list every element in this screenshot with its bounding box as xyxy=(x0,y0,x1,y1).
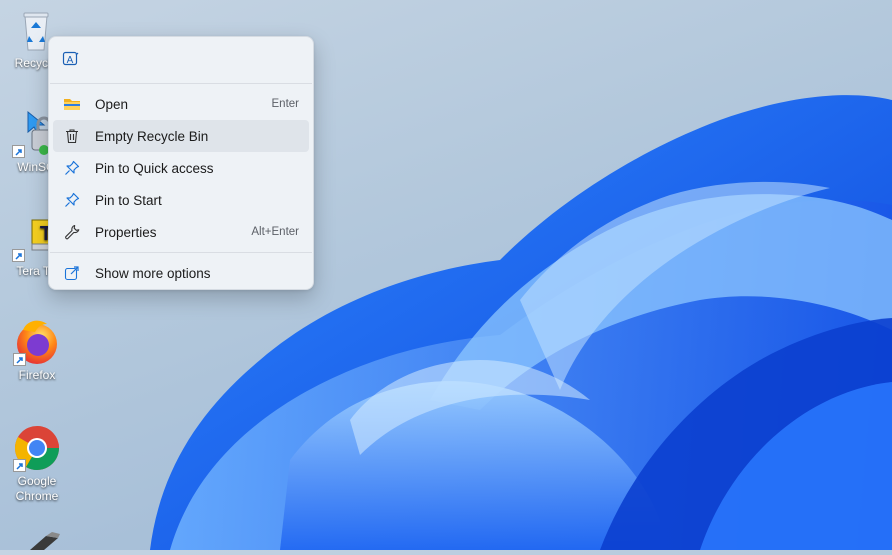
shortcut-arrow-icon xyxy=(12,145,25,158)
menu-separator xyxy=(50,252,312,253)
shortcut-arrow-icon xyxy=(12,249,25,262)
share-icon xyxy=(63,264,81,282)
context-menu-top-actions: A xyxy=(49,37,313,83)
chrome-icon xyxy=(13,424,61,472)
desktop-icon-label: Google Chrome xyxy=(15,474,59,503)
shortcut-hint: Enter xyxy=(271,98,300,110)
ai-rewrite-icon[interactable]: A xyxy=(61,49,81,69)
desktop-icon-firefox[interactable]: Firefox xyxy=(0,318,75,383)
menu-item-show-more-options[interactable]: Show more options xyxy=(53,257,309,289)
menu-item-label: Open xyxy=(95,96,129,112)
menu-item-open[interactable]: Open Enter xyxy=(53,88,309,120)
wrench-icon xyxy=(63,223,81,241)
menu-item-pin-to-start[interactable]: Pin to Start xyxy=(53,184,309,216)
menu-item-label: Pin to Quick access xyxy=(95,160,214,176)
firefox-icon xyxy=(13,318,61,366)
trash-icon xyxy=(63,127,81,145)
desktop-icon-chrome[interactable]: Google Chrome xyxy=(0,424,75,504)
shortcut-hint: Alt+Enter xyxy=(251,226,299,238)
usb-drive-icon xyxy=(30,532,60,550)
pin-icon xyxy=(63,159,81,177)
context-menu: A Open Enter Empty Recycle Bin Pin to Qu… xyxy=(48,36,314,290)
shortcut-arrow-icon xyxy=(13,353,26,366)
menu-item-empty-recycle-bin[interactable]: Empty Recycle Bin xyxy=(53,120,309,152)
shortcut-arrow-icon xyxy=(13,459,26,472)
desktop-icon-label: Firefox xyxy=(18,368,56,382)
menu-item-label: Pin to Start xyxy=(95,192,162,208)
folder-icon xyxy=(63,95,81,113)
menu-item-label: Empty Recycle Bin xyxy=(95,128,209,144)
menu-item-label: Properties xyxy=(95,224,157,240)
menu-item-properties[interactable]: Properties Alt+Enter xyxy=(53,216,309,248)
menu-item-pin-quick-access[interactable]: Pin to Quick access xyxy=(53,152,309,184)
pin-icon xyxy=(63,191,81,209)
menu-item-label: Show more options xyxy=(95,265,211,281)
desktop-icon-partial[interactable] xyxy=(22,532,62,550)
svg-text:A: A xyxy=(67,55,74,66)
